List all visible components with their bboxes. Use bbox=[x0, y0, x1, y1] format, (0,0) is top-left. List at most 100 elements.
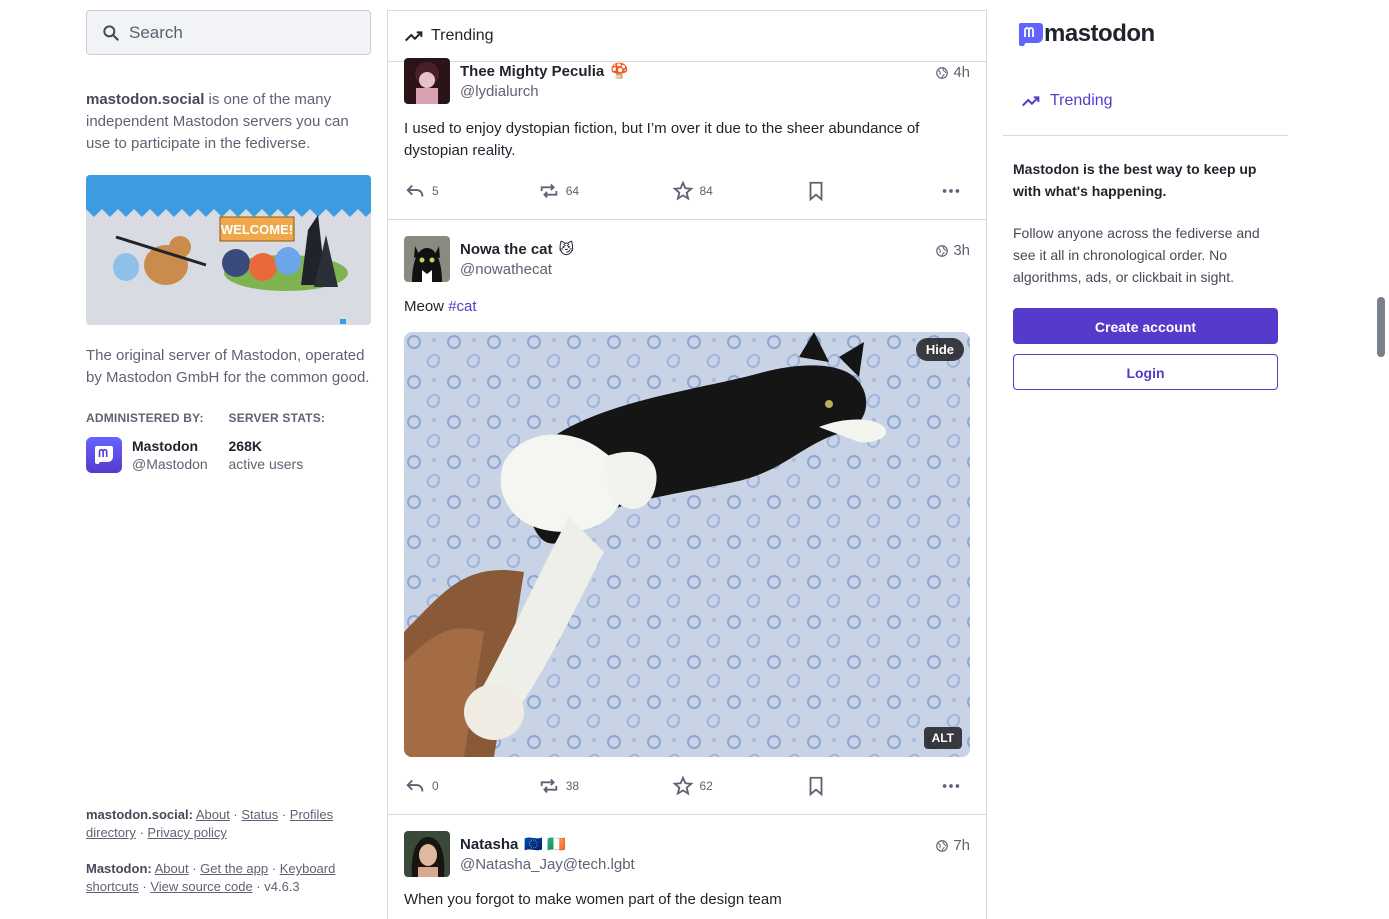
relative-time: 7h bbox=[953, 837, 970, 854]
nav-trending-link[interactable]: Trending bbox=[1020, 90, 1288, 112]
more-button[interactable] bbox=[940, 775, 968, 797]
account-handle[interactable]: @lydialurch bbox=[460, 83, 970, 100]
custom-emoji: 🍄 bbox=[610, 63, 629, 80]
admin-account[interactable]: Mastodon @Mastodon bbox=[86, 437, 229, 473]
status-content: Meow #cat bbox=[404, 296, 970, 318]
globe-icon bbox=[936, 839, 949, 852]
star-icon bbox=[671, 775, 694, 796]
mastodon-logo-icon bbox=[1018, 23, 1043, 46]
account-handle[interactable]: @nowathecat bbox=[460, 261, 970, 278]
status-action-bar: 5 64 84 bbox=[404, 174, 970, 208]
server-banner-image: WELCOME! bbox=[86, 175, 371, 325]
account-handle[interactable]: @Natasha_Jay@tech.lgbt bbox=[460, 856, 970, 873]
status-post[interactable]: Natasha 🇪🇺 🇮🇪 @Natasha_Jay@tech.lgbt 7h W… bbox=[388, 815, 986, 911]
more-icon bbox=[942, 189, 960, 193]
reply-count: 0 bbox=[432, 779, 439, 793]
media-attachment[interactable]: Hide ALT bbox=[404, 332, 970, 757]
trending-icon bbox=[405, 31, 423, 42]
bookmark-icon bbox=[809, 181, 823, 202]
display-name[interactable]: Nowa the cat bbox=[460, 241, 553, 258]
navigation-panel: mastodon Trending Mastodon is the best w… bbox=[1003, 10, 1288, 390]
link-footer: mastodon.social: About · Status · Profil… bbox=[86, 806, 346, 914]
svg-text:WELCOME!: WELCOME! bbox=[221, 222, 293, 237]
reply-button[interactable]: 0 bbox=[404, 775, 538, 797]
reply-count: 5 bbox=[432, 184, 439, 198]
status-content: When you forgot to make women part of th… bbox=[404, 891, 782, 908]
more-button[interactable] bbox=[940, 180, 968, 202]
admin-handle: @Mastodon bbox=[132, 456, 208, 472]
avatar[interactable] bbox=[404, 831, 450, 877]
boost-icon bbox=[540, 778, 557, 794]
nav-trending-label: Trending bbox=[1050, 92, 1113, 109]
column-header[interactable]: Trending bbox=[388, 11, 986, 62]
status-content: I used to enjoy dystopian fiction, but I… bbox=[404, 120, 920, 159]
alt-text-badge[interactable]: ALT bbox=[923, 727, 962, 749]
bookmark-button[interactable] bbox=[805, 180, 940, 202]
more-icon bbox=[942, 784, 960, 788]
custom-emoji: 😼 bbox=[558, 241, 575, 258]
signup-heading: Mastodon is the best way to keep up with… bbox=[1013, 161, 1257, 199]
mastodon-logo[interactable]: mastodon bbox=[1016, 18, 1288, 50]
status-post[interactable]: Nowa the cat 😼 @nowathecat 3h Meow #cat bbox=[388, 220, 986, 815]
bookmark-button[interactable] bbox=[805, 775, 940, 797]
star-icon bbox=[671, 180, 694, 201]
avatar[interactable] bbox=[404, 236, 450, 282]
server-description: The original server of Mastodon, operate… bbox=[86, 347, 370, 386]
footer-source-code-link[interactable]: View source code bbox=[150, 879, 252, 894]
status-meta[interactable]: 4h bbox=[935, 64, 970, 81]
status-meta[interactable]: 7h bbox=[935, 837, 970, 854]
scrollbar-thumb[interactable] bbox=[1377, 297, 1385, 357]
stats-label: SERVER STATS: bbox=[228, 411, 326, 425]
globe-icon bbox=[936, 66, 949, 79]
admin-name: Mastodon bbox=[132, 438, 199, 454]
footer-privacy-policy-link[interactable]: Privacy policy bbox=[147, 825, 226, 840]
bookmark-icon bbox=[809, 776, 823, 797]
boost-icon bbox=[540, 183, 557, 199]
server-intro: mastodon.social is one of the many indep… bbox=[86, 89, 371, 155]
avatar[interactable] bbox=[404, 58, 450, 104]
display-name[interactable]: Natasha bbox=[460, 836, 518, 853]
trending-column: Trending Thee Mighty Peculia 🍄 @lydialurc… bbox=[387, 10, 987, 919]
footer-server-prefix: mastodon.social: bbox=[86, 807, 193, 822]
relative-time: 3h bbox=[953, 242, 970, 259]
search-input[interactable] bbox=[127, 21, 351, 44]
mastodon-links: Mastodon: About · Get the app · Keyboard… bbox=[86, 861, 336, 894]
signup-body: Follow anyone across the fediverse and s… bbox=[1013, 225, 1260, 285]
column-title: Trending bbox=[431, 27, 494, 44]
admin-label: ADMINISTERED BY: bbox=[86, 411, 204, 425]
status-post[interactable]: Thee Mighty Peculia 🍄 @lydialurch 4h I us… bbox=[388, 58, 986, 220]
boost-button[interactable]: 64 bbox=[538, 180, 672, 202]
hide-media-button[interactable]: Hide bbox=[915, 338, 964, 361]
favourite-button[interactable]: 62 bbox=[671, 775, 806, 797]
mastodon-logo-icon bbox=[86, 437, 122, 473]
footer-app-prefix: Mastodon: bbox=[86, 861, 152, 876]
boost-button[interactable]: 38 bbox=[538, 775, 672, 797]
footer-about-link[interactable]: About bbox=[196, 807, 230, 822]
stats-section: SERVER STATS: 268K active users bbox=[229, 411, 372, 473]
create-account-button[interactable]: Create account bbox=[1013, 308, 1278, 344]
admin-section: ADMINISTERED BY: Mastodon @Mastodon bbox=[86, 411, 229, 473]
reply-button[interactable]: 5 bbox=[404, 180, 538, 202]
server-links: mastodon.social: About · Status · Profil… bbox=[86, 807, 334, 840]
favourite-count: 84 bbox=[699, 184, 713, 198]
relative-time: 4h bbox=[953, 64, 970, 81]
divider bbox=[1003, 135, 1288, 136]
server-domain: mastodon.social bbox=[86, 91, 205, 108]
favourite-button[interactable]: 84 bbox=[671, 180, 806, 202]
sign-in-banner: Mastodon is the best way to keep up with… bbox=[1003, 158, 1288, 390]
footer-mastodon-about-link[interactable]: About bbox=[155, 861, 189, 876]
stats-value: 268K bbox=[228, 438, 262, 454]
status-meta[interactable]: 3h bbox=[935, 242, 970, 259]
server-info: ADMINISTERED BY: Mastodon @Mastodon SERV… bbox=[86, 411, 371, 473]
footer-get-app-link[interactable]: Get the app bbox=[200, 861, 268, 876]
footer-status-link[interactable]: Status bbox=[241, 807, 278, 822]
login-button[interactable]: Login bbox=[1013, 354, 1278, 390]
status-action-bar: 0 38 62 bbox=[404, 769, 970, 803]
globe-icon bbox=[936, 244, 949, 257]
search-box[interactable] bbox=[86, 10, 371, 55]
display-name[interactable]: Thee Mighty Peculia bbox=[460, 63, 604, 80]
boost-count: 38 bbox=[565, 779, 580, 793]
boost-count: 64 bbox=[565, 184, 580, 198]
hashtag-link[interactable]: #cat bbox=[448, 298, 476, 315]
server-sidebar: mastodon.social is one of the many indep… bbox=[86, 10, 371, 473]
